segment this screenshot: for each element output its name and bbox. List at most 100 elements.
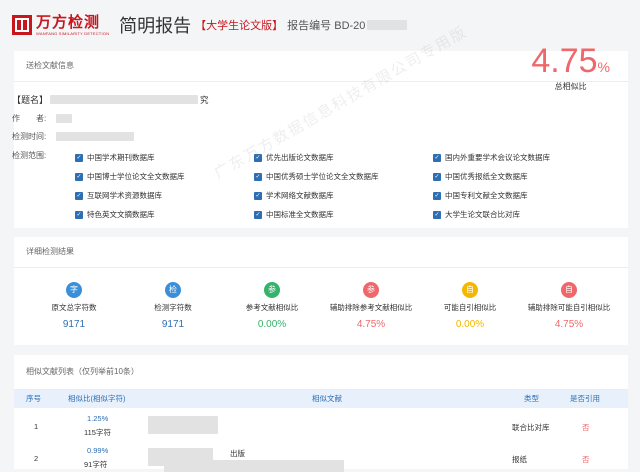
checkbox-checked-icon: ✓ (433, 191, 441, 200)
scope-item: ✓ 中国博士学位论文全文数据库 (75, 171, 185, 182)
redacted-check-time (56, 132, 134, 141)
author-row: 作 者: (12, 113, 72, 124)
row-ratio: 0.99% (87, 446, 109, 455)
row-cited: 否 (582, 455, 590, 464)
row-ratio: 1.25% (87, 414, 109, 423)
paper-title-label: 【题名】 (12, 95, 49, 105)
col-no: 序号 (26, 394, 41, 403)
scope-item-label: 中国优秀报纸全文数据库 (445, 172, 528, 181)
scope-item: ✓ 中国学术期刊数据库 (75, 152, 155, 163)
checkbox-checked-icon: ✓ (75, 191, 83, 200)
wanfang-logo-icon (12, 15, 32, 35)
paper-title-tail: 究 (200, 94, 209, 105)
stat-item: 参辅助排除参考文献相似比 4.75% (323, 282, 419, 330)
scope-item-label: 中国博士学位论文全文数据库 (87, 172, 185, 181)
row-no: 1 (34, 422, 39, 431)
col-type: 类型 (524, 394, 539, 403)
checkbox-checked-icon: ✓ (433, 153, 441, 162)
section-title: 详细检测结果 (14, 237, 628, 268)
checkbox-checked-icon: ✓ (433, 172, 441, 181)
paper-title-row: 【题名】 究 (12, 93, 209, 106)
scope-item-label: 特色英文文摘数据库 (87, 210, 155, 219)
report-id: 报告编号 BD-20 (287, 20, 366, 32)
stat-value: 0.00% (257, 319, 287, 330)
redacted-author (56, 114, 72, 123)
stat-item: 检检测字符数 9171 (125, 282, 221, 330)
stat-badge-icon: 自 (561, 282, 577, 298)
table-row[interactable]: 1 1.25% 115字符 联合比对库 否 (14, 414, 628, 440)
scope-item: ✓ 学术网络文献数据库 (254, 190, 334, 201)
scope-item-label: 中国标准全文数据库 (266, 210, 334, 219)
stat-value: 9171 (62, 319, 86, 330)
checkbox-checked-icon: ✓ (254, 172, 262, 181)
row-type: 报纸 (512, 455, 527, 464)
check-time-label: 检测时间: (12, 132, 47, 141)
stat-badge-icon: 参 (363, 282, 379, 298)
scope-item: ✓ 中国优秀报纸全文数据库 (433, 171, 528, 182)
stat-value: 0.00% (455, 319, 485, 330)
row-cited: 否 (582, 423, 590, 432)
logo-text-en: WANFANG SIMILARITY DETECTION (36, 30, 110, 36)
table-row[interactable]: 2 0.99% 91字符 出版报纸 否 (14, 446, 628, 472)
stat-label: 检测字符数 (154, 303, 192, 312)
checkbox-checked-icon: ✓ (75, 153, 83, 162)
col-ratio: 相似比(相似字符) (68, 394, 126, 403)
stat-badge-icon: 参 (264, 282, 280, 298)
report-title: 简明报告 (119, 16, 192, 36)
scope-label: 检测范围: (12, 151, 47, 160)
total-similarity-unit: % (597, 59, 610, 75)
check-time-row: 检测时间: (12, 131, 134, 142)
stat-label: 辅助排除参考文献相似比 (329, 303, 413, 312)
author-label: 作 者: (12, 114, 47, 123)
stat-label: 可能自引相似比 (443, 303, 497, 312)
stat-value: 9171 (161, 319, 185, 330)
stat-badge-icon: 自 (462, 282, 478, 298)
row-no: 2 (34, 454, 39, 463)
checkbox-checked-icon: ✓ (254, 191, 262, 200)
scope-item-label: 中国优秀硕士学位论文全文数据库 (266, 172, 379, 181)
stat-item: 参参考文献相似比 0.00% (224, 282, 320, 330)
logo: 万方检测 WANFANG SIMILARITY DETECTION (36, 15, 109, 36)
redacted-paper-title (50, 95, 199, 104)
scope-item-label: 大学生论文联合比对库 (445, 210, 520, 219)
scope-item-label: 国内外重要学术会议论文数据库 (445, 153, 550, 162)
stat-badge-icon: 检 (165, 282, 181, 298)
checkbox-checked-icon: ✓ (433, 210, 441, 219)
scope-item-label: 优先出版论文数据库 (266, 153, 334, 162)
scope-item-label: 学术网络文献数据库 (266, 191, 334, 200)
scope-item: ✓ 中国优秀硕士学位论文全文数据库 (254, 171, 379, 182)
row-doc-tail: 出版 (230, 449, 245, 458)
total-similarity-label: 总相似比 (554, 82, 587, 91)
scope-item: ✓ 中国专利文献全文数据库 (433, 190, 528, 201)
stat-item: 自可能自引相似比 0.00% (422, 282, 518, 330)
scope-item: ✓ 互联网学术资源数据库 (75, 190, 162, 201)
total-similarity: 4.75% 总相似比 (531, 44, 610, 92)
scope-item: ✓ 特色英文文摘数据库 (75, 209, 155, 220)
redacted-doc-source (164, 460, 344, 472)
scope-item-label: 中国专利文献全文数据库 (445, 191, 528, 200)
row-chars: 91字符 (84, 460, 108, 469)
scope-row: 检测范围: (12, 150, 56, 161)
scope-item: ✓ 大学生论文联合比对库 (433, 209, 520, 220)
scope-item-label: 中国学术期刊数据库 (87, 153, 155, 162)
stat-item: 字原文总字符数 9171 (26, 282, 122, 330)
row-chars: 115字符 (84, 428, 111, 437)
scope-item: ✓ 中国标准全文数据库 (254, 209, 334, 220)
scope-item: ✓ 国内外重要学术会议论文数据库 (433, 152, 550, 163)
col-doc: 相似文献 (312, 394, 342, 403)
stat-label: 辅助排除可能自引相似比 (527, 303, 611, 312)
checkbox-checked-icon: ✓ (75, 172, 83, 181)
total-similarity-value: 4.75 (531, 42, 598, 80)
report-edition: 【大学生论文版】 (195, 20, 284, 32)
stat-label: 原文总字符数 (51, 303, 97, 312)
col-cited: 是否引用 (570, 394, 600, 403)
row-type: 联合比对库 (512, 423, 550, 432)
checkbox-checked-icon: ✓ (75, 210, 83, 219)
stat-label: 参考文献相似比 (245, 303, 299, 312)
redacted-report-id (367, 20, 408, 30)
stat-value: 4.75% (554, 319, 584, 330)
scope-item-label: 互联网学术资源数据库 (87, 191, 162, 200)
checkbox-checked-icon: ✓ (254, 210, 262, 219)
stat-badge-icon: 字 (66, 282, 82, 298)
stat-value: 4.75% (356, 319, 386, 330)
